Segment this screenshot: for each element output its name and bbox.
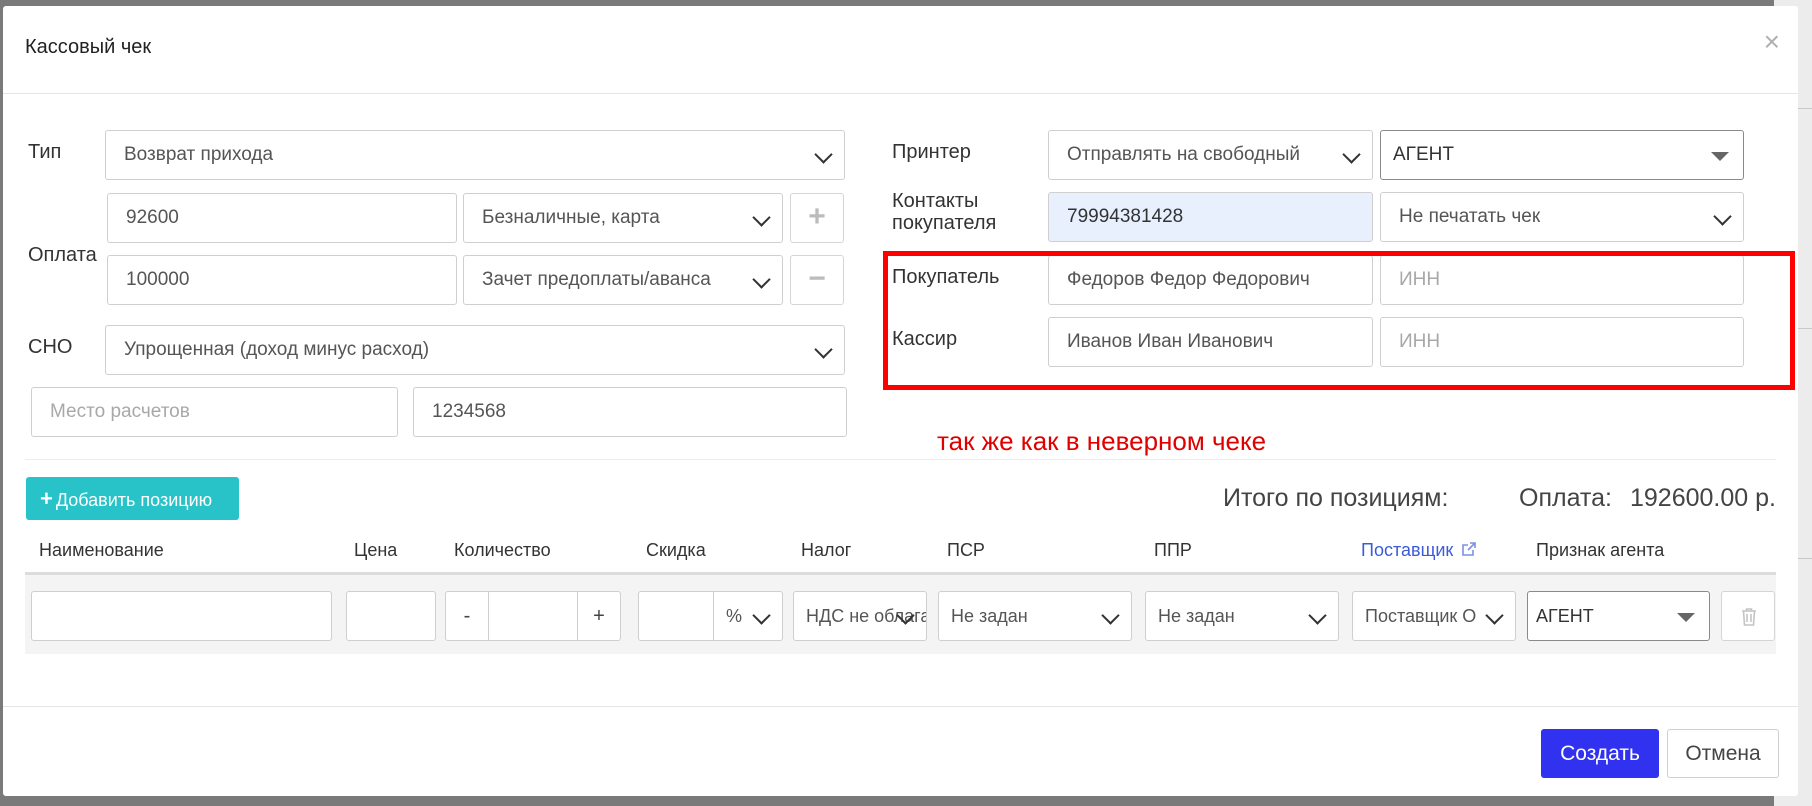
col-supplier-link[interactable]: Поставщик — [1361, 540, 1477, 561]
col-name: Наименование — [39, 540, 164, 560]
chevron-down-icon — [814, 145, 833, 164]
printer-select[interactable]: Отправлять на свободный — [1048, 130, 1373, 180]
cancel-button[interactable]: Отмена — [1667, 729, 1779, 778]
trash-icon — [1742, 608, 1756, 626]
add-payment-button[interactable]: + — [790, 193, 844, 243]
add-position-button[interactable]: + Добавить позицию — [26, 477, 239, 520]
chevron-down-icon — [1308, 606, 1327, 625]
payment-total-label: Оплата: — [1519, 484, 1612, 512]
quantity-input[interactable] — [488, 591, 578, 641]
payment-total-value: 192600.00 р. — [1630, 484, 1776, 512]
type-select[interactable]: Возврат прихода — [105, 130, 845, 180]
place-of-settlement-input[interactable]: Место расчетов — [31, 387, 398, 437]
highlight-frame — [883, 251, 1795, 390]
chevron-down-icon — [1101, 606, 1120, 625]
sno-select[interactable]: Упрощенная (доход минус расход) — [105, 325, 845, 375]
payment-method-2-select[interactable]: Зачет предоплаты/аванса — [463, 255, 783, 305]
chevron-down-icon — [1485, 606, 1504, 625]
ppr-select[interactable]: Не задан — [1145, 591, 1339, 641]
external-link-icon — [1462, 542, 1477, 556]
quantity-plus-button[interactable]: + — [577, 591, 621, 641]
annotation-note: так же как в неверном чеке — [937, 426, 1267, 456]
type-label: Тип — [28, 141, 62, 163]
quantity-minus-button[interactable]: - — [445, 591, 489, 641]
total-label: Итого по позициям: — [1223, 484, 1449, 512]
payment-amount-2-input[interactable]: 100000 — [107, 255, 457, 305]
agent-sign-select[interactable]: АГЕНТ — [1527, 591, 1710, 641]
create-button[interactable]: Создать — [1541, 729, 1659, 778]
payment-method-1-select[interactable]: Безналичные, карта — [463, 193, 783, 243]
chevron-down-icon — [752, 208, 771, 227]
plus-icon: + — [40, 486, 53, 511]
chevron-down-icon — [752, 270, 771, 289]
chevron-down-icon — [1342, 145, 1361, 164]
remove-payment-button[interactable]: − — [790, 255, 844, 305]
chevron-down-icon — [752, 606, 771, 625]
agent-select[interactable]: АГЕНТ — [1380, 130, 1744, 180]
sno-label: СНО — [28, 336, 73, 358]
close-icon[interactable]: × — [1764, 28, 1780, 56]
footer-divider — [3, 706, 1798, 707]
dialog-title: Кассовый чек — [25, 36, 152, 58]
item-name-input[interactable] — [31, 591, 332, 641]
discount-unit-select[interactable]: % — [713, 591, 783, 641]
payment-amount-1-input[interactable]: 92600 — [107, 193, 457, 243]
chevron-down-icon — [1713, 207, 1732, 226]
item-price-input[interactable] — [346, 591, 436, 641]
caret-down-icon — [1677, 613, 1695, 622]
printer-label: Принтер — [892, 141, 971, 163]
code-input[interactable]: 1234568 — [413, 387, 847, 437]
divider — [25, 459, 1776, 460]
col-agent-sign: Признак агента — [1536, 540, 1665, 560]
cash-receipt-dialog: Кассовый чек × Тип Возврат прихода Оплат… — [3, 6, 1798, 796]
contacts-label-line2: покупателя — [892, 212, 997, 234]
supplier-select[interactable]: Поставщик О — [1352, 591, 1516, 641]
col-discount: Скидка — [646, 540, 706, 560]
discount-input[interactable] — [638, 591, 714, 641]
payment-label: Оплата — [28, 244, 97, 266]
col-tax: Налог — [801, 540, 852, 560]
col-psr: ПСР — [947, 540, 985, 560]
chevron-down-icon — [814, 340, 833, 359]
delete-row-button[interactable] — [1721, 591, 1775, 641]
col-ppr: ППР — [1154, 540, 1192, 560]
tax-select[interactable]: НДС не облагается — [793, 591, 927, 641]
col-quantity: Количество — [454, 540, 551, 560]
print-option-select[interactable]: Не печатать чек — [1380, 192, 1744, 242]
psr-select[interactable]: Не задан — [938, 591, 1132, 641]
caret-down-icon — [1711, 152, 1729, 161]
dialog-header: Кассовый чек × — [3, 6, 1798, 94]
col-price: Цена — [354, 540, 398, 560]
contacts-label-line1: Контакты — [892, 190, 979, 212]
contacts-input[interactable]: 79994381428 — [1048, 192, 1373, 242]
